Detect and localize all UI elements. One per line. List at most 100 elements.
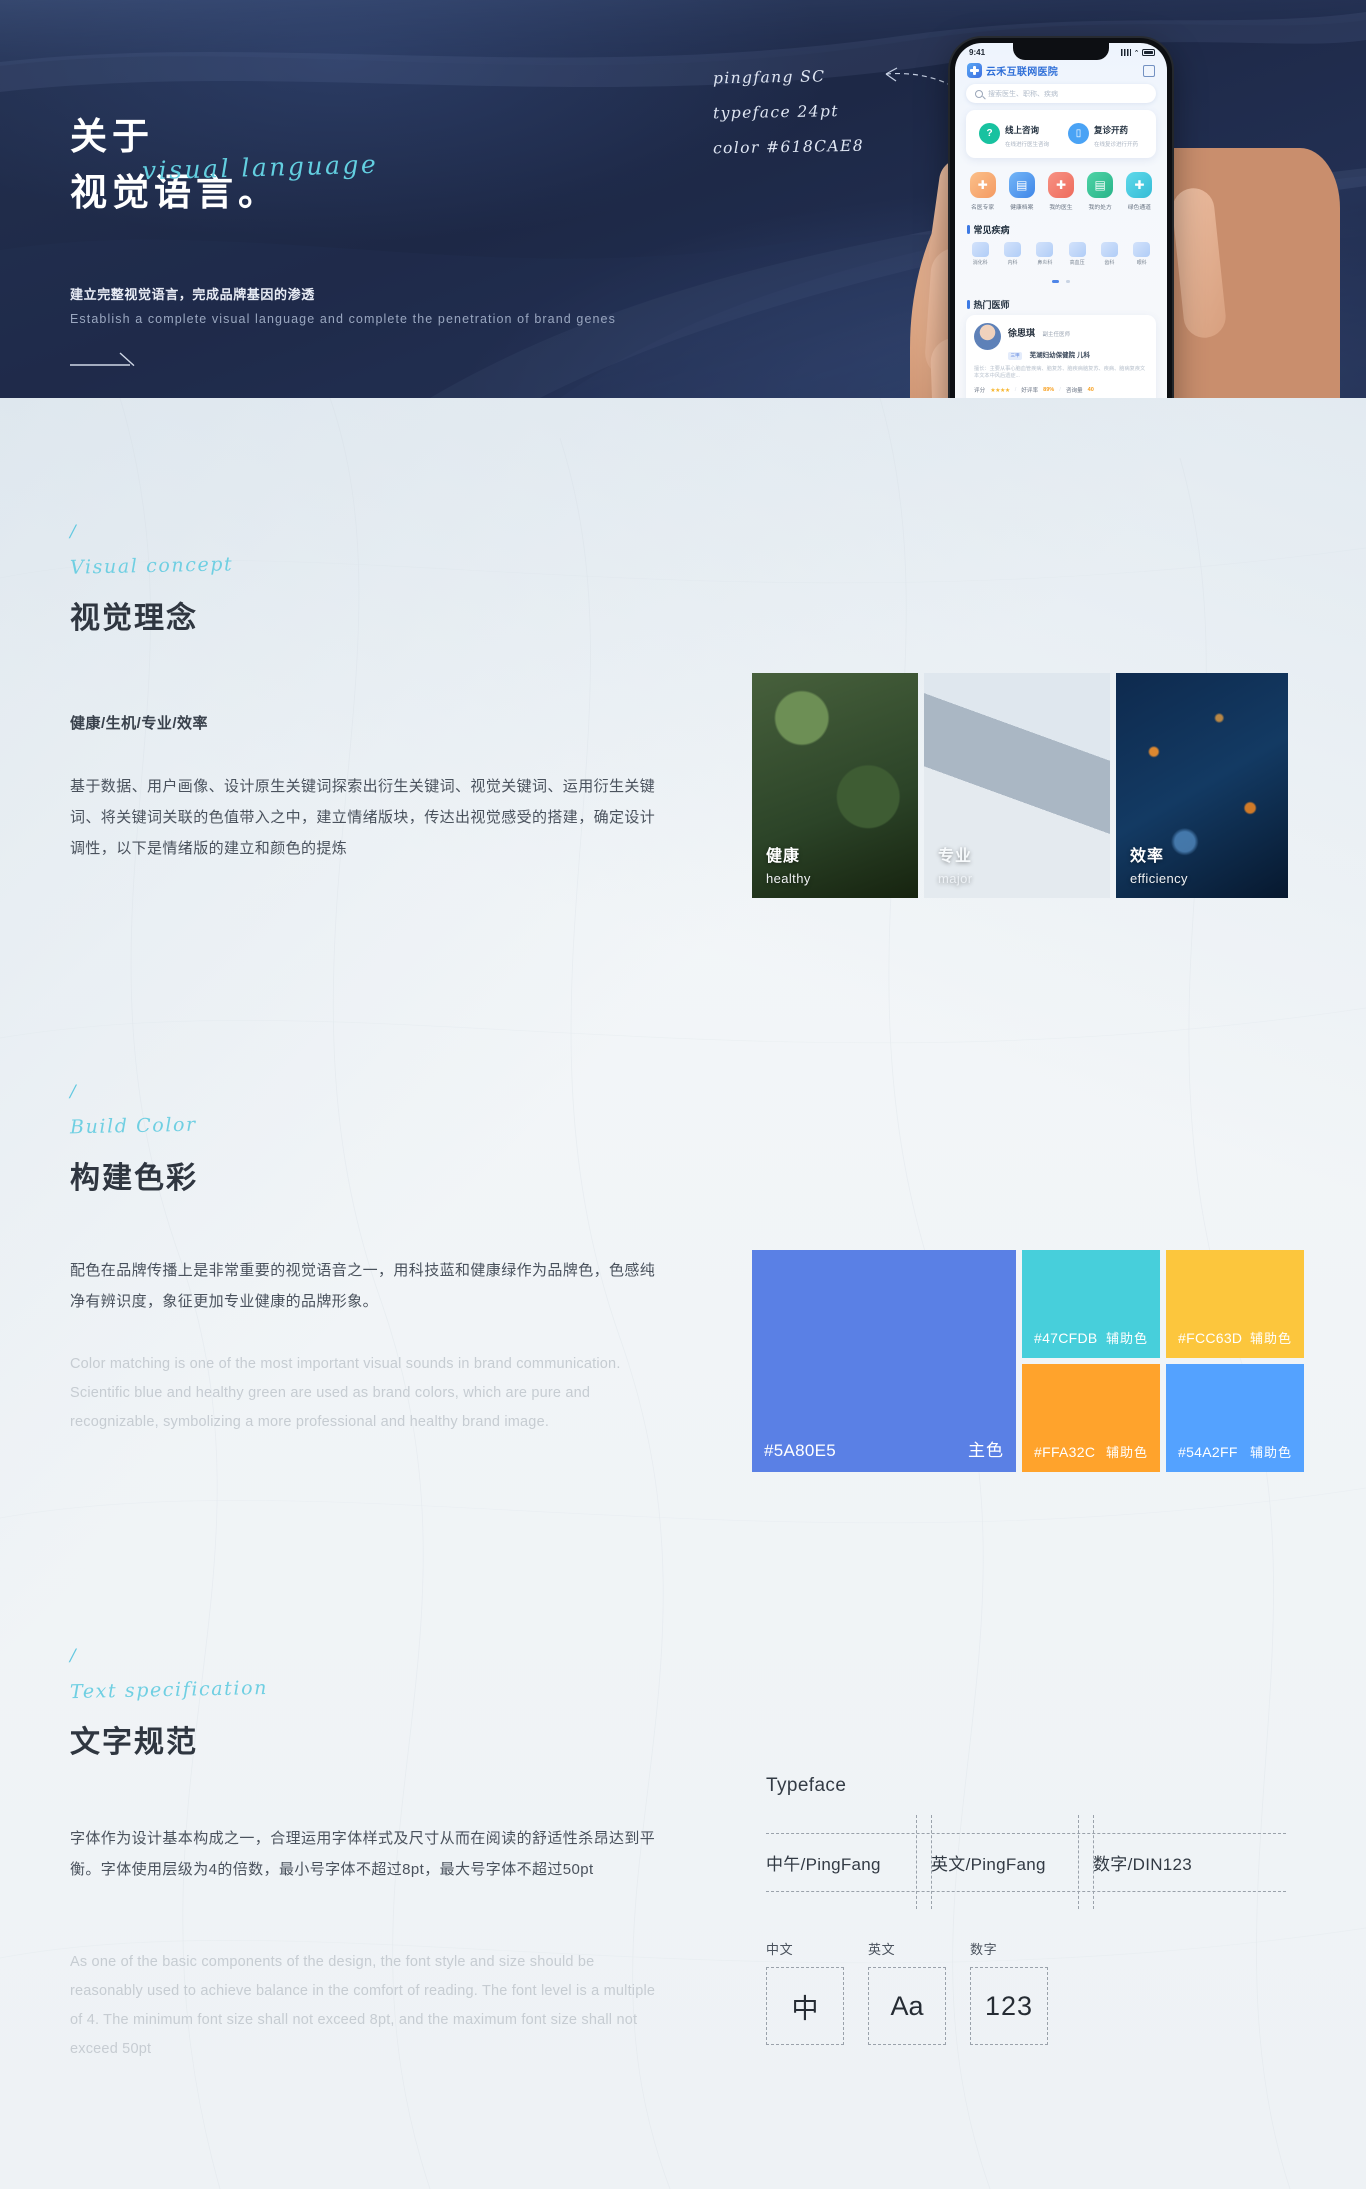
quick-action-label: 绿色通道 <box>1127 204 1151 211</box>
entry-refill-prescription[interactable]: ▯ 复诊开药 在线复诊进行开药 <box>1061 120 1150 148</box>
swatch-accent-blue[interactable]: #54A2FF 辅助色 <box>1166 1364 1304 1472</box>
battery-icon <box>1142 49 1155 56</box>
quick-action-label: 名医专家 <box>970 204 995 211</box>
prescription-list-icon: ▤ <box>1087 171 1114 198</box>
mood-card-caption: 效率 efficiency <box>1130 842 1188 886</box>
status-icons: ⌃ <box>1121 49 1155 57</box>
signal-icon <box>1121 49 1132 56</box>
green-channel-icon: ✚ <box>1126 171 1153 198</box>
mood-board-cards: 健康 healthy 专业 major 效率 efficiency <box>752 673 1288 898</box>
app-header: 云禾互联网医院 <box>955 57 1167 82</box>
department-label: 高血压 <box>1069 259 1085 266</box>
praise-label: 好评率 <box>1021 388 1039 395</box>
quick-action-green-channel[interactable]: ✚ 绿色通道 <box>1123 171 1156 211</box>
entry-subtitle: 在线进行医生咨询 <box>1005 141 1050 148</box>
swatch-hex: #47CFDB <box>1034 1330 1098 1346</box>
quick-action-my-prescription[interactable]: ▤ 我的处方 <box>1084 171 1117 211</box>
expert-icon: ✚ <box>969 171 996 198</box>
section-index: / <box>70 522 76 542</box>
quick-action-label: 健康档案 <box>1010 204 1034 211</box>
doctor-card-top: 徐思琪 副主任医师 三甲 芜湖妇幼保健院 儿科 <box>974 322 1148 362</box>
section-label: 热门医师 <box>973 299 1010 310</box>
department-label: 齿科 <box>1104 259 1115 266</box>
entry-online-consult[interactable]: ? 线上咨询 在线进行医生咨询 <box>972 120 1061 148</box>
mood-card-healthy[interactable]: 健康 healthy <box>752 673 918 898</box>
sample-chinese: 中文 中 <box>766 1939 844 2045</box>
doctor-hospital-row: 三甲 芜湖妇幼保健院 儿科 <box>1008 344 1148 362</box>
swatch-row: #47CFDB 辅助色 #FCC63D 辅助色 <box>1022 1250 1304 1358</box>
department-label: 消化科 <box>972 259 988 266</box>
mood-card-title-cn: 健康 <box>766 848 801 865</box>
scan-icon[interactable] <box>1143 64 1155 77</box>
department-icon <box>1133 241 1151 257</box>
department-item[interactable]: 消化科 <box>966 241 995 266</box>
hero-subtitle-en: Establish a complete visual language and… <box>70 312 616 326</box>
app-brand: 云禾互联网医院 <box>967 63 1058 78</box>
prescription-icon: ▯ <box>1068 123 1089 145</box>
section-heading: 文字规范 <box>70 1726 198 1759</box>
department-item[interactable]: 齿科 <box>1095 241 1124 266</box>
swatch-row: #FFA32C 辅助色 #54A2FF 辅助色 <box>1022 1364 1304 1472</box>
department-item[interactable]: 眼科 <box>1127 241 1156 266</box>
doctor-card[interactable]: 徐思琪 副主任医师 三甲 芜湖妇幼保健院 儿科 擅长：主要从事心脑血管疾病、脑复… <box>966 314 1156 398</box>
hospital-logo-icon <box>967 63 982 78</box>
department-icon <box>1068 241 1086 257</box>
typeface-cells: 中午/PingFang 英文/PingFang 数字/DIN123 <box>766 1833 1286 1891</box>
swatch-column: #47CFDB 辅助色 #FCC63D 辅助色 #FFA32C 辅助色 #54A… <box>1022 1250 1304 1472</box>
carousel-dot-active <box>1052 279 1060 283</box>
table-bottom-divider <box>766 1891 1286 1892</box>
carousel-dot <box>1065 279 1070 283</box>
rating-label: 评分 <box>974 388 986 395</box>
swatch-role: 辅助色 <box>1249 1331 1292 1346</box>
department-item[interactable]: 高血压 <box>1063 241 1092 266</box>
phone-device: 9:41 ⌃ 云禾互联网医院 搜索医生、职称、疾病 ? 线上咨询 在线进行医生咨… <box>950 38 1172 398</box>
department-icon <box>971 241 989 257</box>
doctor-name: 徐思琪 <box>1008 327 1036 338</box>
quick-action-my-doctor[interactable]: ✚ 我的医生 <box>1044 171 1077 211</box>
swatch-meta: #5A80E5 主色 <box>764 1436 1004 1461</box>
mood-card-caption: 健康 healthy <box>766 842 811 886</box>
typeface-cell-number: 数字/DIN123 <box>1093 1854 1193 1874</box>
swatch-role: 主色 <box>968 1441 1004 1460</box>
section-index: / <box>70 1646 76 1666</box>
department-list: 消化科 内科 鼻炎科 高血压 齿科 眼科 <box>955 238 1167 268</box>
sample-number: 数字 123 <box>970 1939 1048 2045</box>
swatch-meta: #FFA32C 辅助色 <box>1034 1442 1148 1461</box>
swatch-accent-yellow[interactable]: #FCC63D 辅助色 <box>1166 1250 1304 1358</box>
phone-screen: 9:41 ⌃ 云禾互联网医院 搜索医生、职称、疾病 ? 线上咨询 在线进行医生咨… <box>955 43 1167 398</box>
section-accent-bar <box>967 224 970 234</box>
swatch-primary[interactable]: #5A80E5 主色 <box>752 1250 1016 1472</box>
praise-value: 89% <box>1043 387 1055 394</box>
section-title-diseases: 常见疾病 <box>955 217 1167 238</box>
scroll-arrow-icon[interactable] <box>70 352 138 373</box>
department-item[interactable]: 内科 <box>998 241 1027 266</box>
phone-search-bar[interactable]: 搜索医生、职称、疾病 <box>966 84 1156 103</box>
doctor-description: 擅长：主要从事心脑血管疾病、脑复苏、脑疾病脑复苏、疾病、脑病复疾文本文本中风后遗… <box>974 365 1146 380</box>
swatch-accent-orange[interactable]: #FFA32C 辅助色 <box>1022 1364 1160 1472</box>
department-label: 鼻炎科 <box>1037 259 1053 266</box>
department-item[interactable]: 鼻炎科 <box>1031 241 1060 266</box>
sample-glyph-box: Aa <box>868 1967 946 2045</box>
section-script-title: Text specification <box>69 1676 269 1704</box>
section-body-cn: 基于数据、用户画像、设计原生关键词探索出衍生关键词、视觉关键词、运用衍生关键词、… <box>70 778 656 857</box>
quick-action-health-record[interactable]: ▤ 健康档案 <box>1005 171 1038 211</box>
doctor-name-row: 徐思琪 副主任医师 <box>1008 323 1148 341</box>
quick-action-expert[interactable]: ✚ 名医专家 <box>966 171 999 211</box>
mood-card-major[interactable]: 专业 major <box>924 673 1110 898</box>
record-icon: ▤ <box>1008 171 1035 198</box>
doctor-hospital: 芜湖妇幼保健院 儿科 <box>1029 351 1090 359</box>
section-title-doctors: 热门医师 <box>955 292 1167 313</box>
mood-card-efficiency[interactable]: 效率 efficiency <box>1116 673 1288 898</box>
sample-glyph-box: 中 <box>766 1967 844 2045</box>
typeface-cell-chinese: 中午/PingFang <box>766 1854 881 1874</box>
mood-card-caption: 专业 major <box>938 842 973 886</box>
carousel-dots[interactable] <box>955 268 1167 292</box>
hospital-grade-tag: 三甲 <box>1008 351 1023 360</box>
swatch-hex: #FCC63D <box>1178 1330 1243 1346</box>
search-icon <box>975 89 983 98</box>
hero-banner: 关于 visual language 视觉语言。 建立完整视觉语言，完成品牌基因… <box>0 0 1366 398</box>
swatch-accent-cyan[interactable]: #47CFDB 辅助色 <box>1022 1250 1160 1358</box>
app-brand-name: 云禾互联网医院 <box>986 67 1059 78</box>
section-script-title: Build Color <box>69 1113 197 1139</box>
department-label: 眼科 <box>1136 259 1147 266</box>
